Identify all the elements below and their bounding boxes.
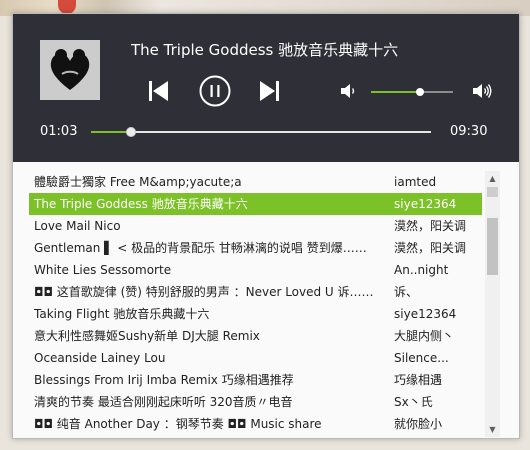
- song-title: Taking Flight 驰放音乐典藏十六: [34, 307, 210, 321]
- playlist-row[interactable]: Blessings From Irij Imba Remix 巧缘相遇推荐 巧缘相…: [29, 369, 482, 391]
- pause-button[interactable]: [199, 75, 231, 107]
- song-artist: 大腿内侧丶: [394, 329, 455, 343]
- progress-fill: [91, 131, 131, 133]
- song-title: Oceanside Lainey Lou: [34, 351, 166, 365]
- mute-button[interactable]: [339, 82, 357, 100]
- previous-icon: [149, 81, 168, 101]
- playlist-row[interactable]: ◘◘ 纯音 Another Day ：钢琴节奏 ◘◘ Music share 就你…: [29, 413, 482, 435]
- playlist-row[interactable]: ◘◘ 这首歌旋律 (赞) 特别舒服的男声 ：Never Loved U 诉…… 诉…: [29, 281, 482, 303]
- next-button[interactable]: [257, 78, 281, 104]
- volume-high-icon: [473, 84, 492, 98]
- song-title: ◘◘ 这首歌旋律 (赞) 特别舒服的男声 ：Never Loved U 诉……: [34, 285, 374, 299]
- background-decoration: [58, 0, 76, 14]
- song-title: White Lies Sessomorte: [34, 263, 172, 277]
- progress-knob[interactable]: [125, 127, 136, 137]
- song-title: 清爽的节奏 最适合刚刚起床听听 320音质〃电音: [34, 395, 293, 409]
- song-title: Gentleman ▌ < 极品的背景配乐 甘畅淋漓的说唱 赞到爆……: [34, 241, 367, 255]
- scroll-down-button[interactable]: ▼: [485, 422, 500, 437]
- current-time: 01:03: [40, 124, 78, 139]
- scroll-thumb[interactable]: [487, 218, 498, 275]
- song-artist: iamted: [394, 175, 437, 189]
- playlist-row[interactable]: Oceanside Lainey Lou Silence...: [29, 347, 482, 369]
- music-player-window: The Triple Goddess 驰放音乐典藏十六 01:03 09:30 …: [12, 13, 520, 439]
- song-artist: An..night: [394, 263, 449, 277]
- scroll-up-arrow-icon: ▲: [489, 174, 496, 183]
- song-title: 意大利性感舞姬Sushy新单 DJ大腿 Remix: [34, 329, 260, 343]
- playlist-row[interactable]: 意大利性感舞姬Sushy新单 DJ大腿 Remix 大腿内侧丶: [29, 325, 482, 347]
- song-artist: 诉、: [394, 285, 419, 299]
- track-title: The Triple Goddess 驰放音乐典藏十六: [131, 41, 399, 59]
- playlist-row[interactable]: 清爽的节奏 最适合刚刚起床听听 320音质〃电音 Sx丶氏: [29, 391, 482, 413]
- playlist-row[interactable]: White Lies Sessomorte An..night: [29, 259, 482, 281]
- volume-level: [371, 91, 421, 93]
- song-title: ◘◘ 纯音 Another Day ：钢琴节奏 ◘◘ Music share: [34, 417, 322, 431]
- total-time: 09:30: [450, 124, 488, 139]
- player-panel: The Triple Goddess 驰放音乐典藏十六 01:03 09:30: [13, 14, 519, 162]
- song-title: Blessings From Irij Imba Remix 巧缘相遇推荐: [34, 373, 294, 387]
- volume-slider[interactable]: [371, 88, 453, 96]
- album-cover-image: [40, 40, 100, 100]
- song-artist: Sx丶氏: [394, 395, 433, 409]
- previous-button[interactable]: [147, 78, 171, 104]
- song-artist: 漠然，阳关调: [394, 241, 467, 255]
- volume-knob[interactable]: [416, 88, 425, 96]
- song-title: Love Mail Nico: [34, 219, 121, 233]
- pause-icon: [199, 75, 231, 107]
- next-icon: [260, 81, 279, 101]
- playlist-scrollbar[interactable]: ▲ ▼: [485, 171, 500, 437]
- playlist-row-active[interactable]: The Triple Goddess 驰放音乐典藏十六 siye12364: [29, 193, 482, 215]
- song-artist: 漠然，阳关调: [394, 219, 467, 233]
- scroll-up-button[interactable]: ▲: [485, 171, 500, 186]
- playlist-row[interactable]: Gentleman ▌ < 极品的背景配乐 甘畅淋漓的说唱 赞到爆…… 漠然，阳关…: [29, 237, 482, 259]
- playlist-row[interactable]: Love Mail Nico 漠然，阳关调: [29, 215, 482, 237]
- song-artist: 巧缘相遇: [394, 373, 443, 387]
- song-artist: Silence...: [394, 351, 449, 365]
- progress-bar[interactable]: [91, 127, 431, 137]
- album-cover: [40, 40, 100, 100]
- song-title: The Triple Goddess 驰放音乐典藏十六: [34, 197, 248, 211]
- max-volume-button[interactable]: [471, 81, 493, 101]
- playlist: 體驗爵士獨家 Free M&amp;yacute;a iamted The Trip…: [29, 171, 485, 438]
- scroll-down-arrow-icon: ▼: [489, 425, 496, 434]
- song-artist: siye12364: [394, 197, 457, 211]
- volume-low-icon: [341, 84, 355, 98]
- song-artist: siye12364: [394, 307, 457, 321]
- playlist-row[interactable]: 體驗爵士獨家 Free M&amp;yacute;a iamted: [29, 171, 482, 193]
- scroll-track-segment: [487, 187, 498, 197]
- song-title: 體驗爵士獨家 Free M&amp;yacute;a: [34, 175, 242, 189]
- song-artist: 就你脸小: [394, 417, 443, 431]
- playlist-row[interactable]: Taking Flight 驰放音乐典藏十六 siye12364: [29, 303, 482, 325]
